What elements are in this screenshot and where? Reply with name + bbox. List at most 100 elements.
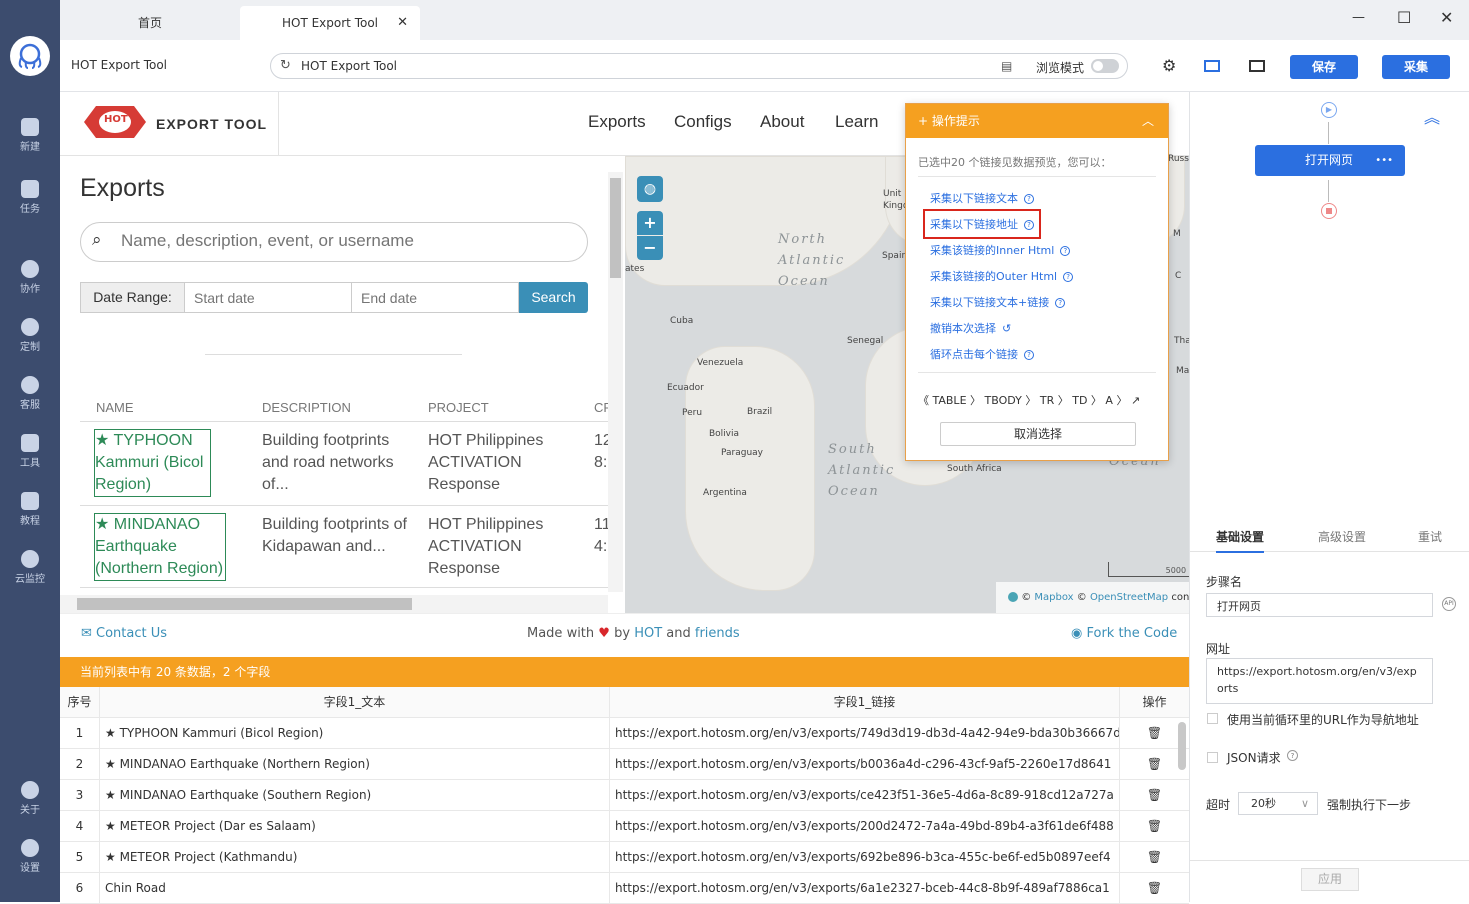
sidebar-item-cloud-monitor[interactable]: 云监控 [0, 550, 60, 585]
apply-button[interactable]: 应用 [1301, 868, 1359, 891]
path-tr[interactable]: TR [1040, 394, 1054, 407]
tab-retry[interactable]: 重试 [1418, 528, 1442, 545]
search-input[interactable] [121, 231, 571, 251]
step-name-input[interactable]: 打开网页 [1206, 593, 1433, 617]
layout-bottom-icon[interactable] [1204, 60, 1220, 72]
collapse-icon[interactable]: ︿ [1142, 104, 1154, 138]
window-close-icon[interactable]: ✕ [1440, 8, 1453, 27]
hot-link[interactable]: HOT [634, 626, 662, 641]
tab-advanced-settings[interactable]: 高级设置 [1318, 528, 1366, 545]
help-icon[interactable]: ? [1063, 272, 1074, 282]
tab-basic-settings[interactable]: 基础设置 [1216, 528, 1265, 553]
collect-outer-html-option[interactable]: 采集该链接的Outer Html? [930, 268, 1074, 284]
delete-row-icon[interactable]: 🗑 [1120, 811, 1189, 842]
collect-link-text-option[interactable]: 采集以下链接文本? [930, 190, 1034, 206]
operation-tips-popup: + 操作提示 ︿ 已选中20 个链接见数据预览，您可以： 采集以下链接文本? 采… [905, 103, 1169, 461]
collect-inner-html-option[interactable]: 采集该链接的Inner Html? [930, 242, 1071, 258]
use-loop-url-checkbox[interactable] [1207, 713, 1218, 724]
row-index: 3 [60, 780, 100, 811]
zoom-out-button[interactable]: − [637, 236, 663, 260]
table-scrollbar[interactable] [1178, 722, 1186, 770]
export-name-link[interactable]: ★ MINDANAO Earthquake (Northern Region) [94, 513, 226, 581]
map-label-argentina: Argentina [703, 488, 747, 498]
path-back-icon[interactable]: 《 [918, 394, 933, 407]
flow-node-open-page[interactable]: 打开网页 ••• [1255, 145, 1405, 176]
chevron-down-icon: ∨ [1300, 797, 1309, 810]
export-name-link[interactable]: ★ TYPHOON Kammuri (Bicol Region) [94, 429, 211, 497]
page-doc-icon[interactable]: ▤ [1001, 59, 1012, 73]
api-icon[interactable]: API [1442, 597, 1456, 611]
sidebar-item-new[interactable]: 新建 [0, 118, 60, 153]
collect-link-url-option[interactable]: 采集以下链接地址? [923, 209, 1041, 239]
nav-learn[interactable]: Learn [835, 112, 878, 132]
path-tbody[interactable]: TBODY [985, 394, 1022, 407]
url-textarea[interactable]: https://export.hotosm.org/en/v3/exports [1206, 658, 1433, 704]
openstreetmap-link[interactable]: OpenStreetMap [1090, 592, 1168, 603]
end-stop-icon[interactable] [1321, 203, 1337, 219]
external-link-icon[interactable]: ↗ [1131, 394, 1140, 407]
sidebar-item-settings[interactable]: 设置 [0, 839, 60, 874]
browse-mode-toggle[interactable] [1091, 59, 1119, 73]
sidebar-item-tasks[interactable]: 任务 [0, 180, 60, 215]
save-button[interactable]: 保存 [1290, 55, 1358, 79]
tab-home[interactable]: 首页 [60, 6, 240, 40]
json-request-checkbox[interactable] [1207, 752, 1218, 763]
vertical-scrollbar[interactable] [608, 172, 623, 592]
cancel-selection-button[interactable]: 取消选择 [940, 422, 1136, 446]
help-icon[interactable]: ? [1024, 194, 1034, 204]
help-icon[interactable]: ? [1055, 298, 1066, 308]
tab-hot-export-tool[interactable]: HOT Export Tool ✕ [240, 6, 420, 40]
refresh-icon[interactable]: ↻ [280, 58, 291, 73]
app-logo[interactable] [10, 36, 50, 76]
mapbox-link[interactable]: Mapbox [1034, 592, 1073, 603]
delete-row-icon[interactable]: 🗑 [1120, 873, 1189, 904]
help-icon[interactable]: ? [1287, 750, 1298, 761]
more-icon[interactable]: ••• [1375, 145, 1393, 176]
sidebar-item-support[interactable]: 客服 [0, 376, 60, 411]
help-icon[interactable]: ? [1060, 246, 1071, 256]
settings-gear-icon[interactable]: ⚙ [1162, 56, 1176, 75]
sidebar-item-tutorial[interactable]: 教程 [0, 492, 60, 527]
help-icon[interactable]: ? [1024, 350, 1034, 360]
contact-us-link[interactable]: ✉ Contact Us [81, 626, 167, 641]
undo-icon[interactable]: ↺ [1002, 322, 1011, 335]
delete-row-icon[interactable]: 🗑 [1120, 842, 1189, 873]
path-table[interactable]: TABLE [933, 394, 967, 407]
tab-close-icon[interactable]: ✕ [397, 6, 408, 40]
collect-button[interactable]: 采集 [1382, 55, 1450, 79]
horizontal-scrollbar[interactable] [60, 595, 608, 613]
search-button[interactable]: Search [519, 282, 588, 313]
nav-configs[interactable]: Configs [674, 112, 732, 132]
table-header-row: 序号 字段1_文本 字段1_链接 操作 [60, 687, 1189, 718]
nav-about[interactable]: About [760, 112, 804, 132]
timeout-select[interactable]: 20秒 ∨ [1238, 792, 1318, 815]
exports-search-box[interactable]: ⌕ [80, 222, 588, 262]
layout-side-icon[interactable] [1249, 60, 1265, 72]
sidebar-item-tools[interactable]: 工具 [0, 434, 60, 469]
address-bar[interactable]: ↻ HOT Export Tool ▤ 浏览模式 [270, 53, 1128, 79]
globe-icon[interactable]: ◍ [637, 176, 663, 202]
friends-link[interactable]: friends [695, 626, 740, 641]
help-icon[interactable]: ? [1024, 220, 1034, 230]
sidebar-item-about[interactable]: 关于 [0, 781, 60, 816]
path-td[interactable]: TD [1072, 394, 1087, 407]
path-a[interactable]: A [1105, 394, 1113, 407]
undo-selection-option[interactable]: 撤销本次选择 ↺ [930, 320, 1011, 336]
attribution-suffix: contributors. [1171, 592, 1189, 603]
collect-text-and-link-option[interactable]: 采集以下链接文本+链接? [930, 294, 1066, 310]
loop-click-option[interactable]: 循环点击每个链接? [930, 346, 1034, 362]
nav-exports[interactable]: Exports [588, 112, 646, 132]
start-play-icon[interactable]: ▶ [1321, 102, 1337, 118]
maximize-icon[interactable]: ☐ [1397, 8, 1411, 27]
sidebar-item-custom[interactable]: 定制 [0, 318, 60, 353]
start-date-input[interactable] [184, 282, 352, 313]
address-text: HOT Export Tool [301, 59, 398, 73]
collapse-up-icon[interactable]: ︽ [1424, 104, 1440, 128]
zoom-in-button[interactable]: + [637, 211, 663, 235]
sidebar-item-collab[interactable]: 协作 [0, 260, 60, 295]
plus-box-icon [21, 118, 39, 136]
fork-code-link[interactable]: ◉ Fork the Code [1071, 626, 1177, 641]
delete-row-icon[interactable]: 🗑 [1120, 780, 1189, 811]
minimize-icon[interactable]: — [1352, 10, 1365, 25]
end-date-input[interactable] [351, 282, 519, 313]
